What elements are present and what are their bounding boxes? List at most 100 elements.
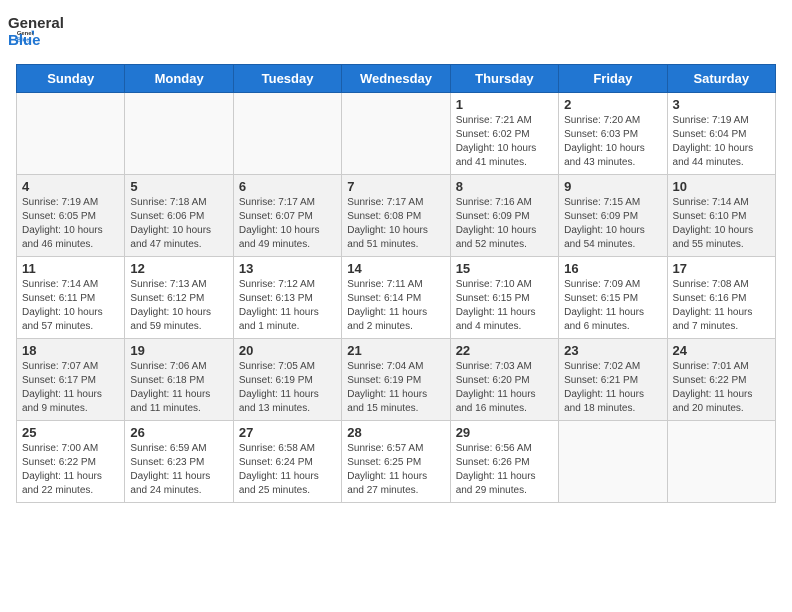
day-number: 20 — [239, 343, 336, 358]
day-number: 18 — [22, 343, 119, 358]
week-row-4: 18 Sunrise: 7:07 AM Sunset: 6:17 PM Dayli… — [17, 339, 776, 421]
calendar-cell: 29 Sunrise: 6:56 AM Sunset: 6:26 PM Dayli… — [450, 421, 558, 503]
logo-blue: Blue — [8, 33, 64, 50]
day-info: Sunrise: 6:56 AM Sunset: 6:26 PM Dayligh… — [456, 442, 553, 498]
day-info: Sunrise: 7:12 AM Sunset: 6:13 PM Dayligh… — [239, 278, 336, 334]
calendar-cell: 3 Sunrise: 7:19 AM Sunset: 6:04 PM Daylig… — [667, 93, 775, 175]
day-number: 15 — [456, 261, 553, 276]
calendar-cell: 4 Sunrise: 7:19 AM Sunset: 6:05 PM Daylig… — [17, 175, 125, 257]
weekday-header-monday: Monday — [125, 65, 233, 93]
day-info: Sunrise: 7:16 AM Sunset: 6:09 PM Dayligh… — [456, 196, 553, 252]
day-info: Sunrise: 7:11 AM Sunset: 6:14 PM Dayligh… — [347, 278, 444, 334]
day-info: Sunrise: 6:59 AM Sunset: 6:23 PM Dayligh… — [130, 442, 227, 498]
day-number: 23 — [564, 343, 661, 358]
day-number: 25 — [22, 425, 119, 440]
day-info: Sunrise: 7:00 AM Sunset: 6:22 PM Dayligh… — [22, 442, 119, 498]
day-number: 7 — [347, 179, 444, 194]
day-number: 11 — [22, 261, 119, 276]
day-info: Sunrise: 7:17 AM Sunset: 6:08 PM Dayligh… — [347, 196, 444, 252]
day-info: Sunrise: 7:19 AM Sunset: 6:05 PM Dayligh… — [22, 196, 119, 252]
day-info: Sunrise: 7:03 AM Sunset: 6:20 PM Dayligh… — [456, 360, 553, 416]
day-number: 26 — [130, 425, 227, 440]
day-info: Sunrise: 7:02 AM Sunset: 6:21 PM Dayligh… — [564, 360, 661, 416]
calendar-cell — [342, 93, 450, 175]
calendar-cell — [559, 421, 667, 503]
calendar-cell: 10 Sunrise: 7:14 AM Sunset: 6:10 PM Dayli… — [667, 175, 775, 257]
calendar-cell: 6 Sunrise: 7:17 AM Sunset: 6:07 PM Daylig… — [233, 175, 341, 257]
weekday-header-row: SundayMondayTuesdayWednesdayThursdayFrid… — [17, 65, 776, 93]
day-info: Sunrise: 7:17 AM Sunset: 6:07 PM Dayligh… — [239, 196, 336, 252]
day-info: Sunrise: 7:08 AM Sunset: 6:16 PM Dayligh… — [673, 278, 770, 334]
calendar-cell: 20 Sunrise: 7:05 AM Sunset: 6:19 PM Dayli… — [233, 339, 341, 421]
day-number: 14 — [347, 261, 444, 276]
week-row-3: 11 Sunrise: 7:14 AM Sunset: 6:11 PM Dayli… — [17, 257, 776, 339]
calendar-cell — [17, 93, 125, 175]
day-info: Sunrise: 7:21 AM Sunset: 6:02 PM Dayligh… — [456, 114, 553, 170]
calendar-cell: 11 Sunrise: 7:14 AM Sunset: 6:11 PM Dayli… — [17, 257, 125, 339]
calendar-cell: 25 Sunrise: 7:00 AM Sunset: 6:22 PM Dayli… — [17, 421, 125, 503]
weekday-header-thursday: Thursday — [450, 65, 558, 93]
day-number: 24 — [673, 343, 770, 358]
day-number: 10 — [673, 179, 770, 194]
calendar-cell: 7 Sunrise: 7:17 AM Sunset: 6:08 PM Daylig… — [342, 175, 450, 257]
calendar-cell — [667, 421, 775, 503]
day-number: 1 — [456, 97, 553, 112]
calendar-cell — [233, 93, 341, 175]
day-info: Sunrise: 6:57 AM Sunset: 6:25 PM Dayligh… — [347, 442, 444, 498]
day-info: Sunrise: 6:58 AM Sunset: 6:24 PM Dayligh… — [239, 442, 336, 498]
calendar-cell: 23 Sunrise: 7:02 AM Sunset: 6:21 PM Dayli… — [559, 339, 667, 421]
day-info: Sunrise: 7:06 AM Sunset: 6:18 PM Dayligh… — [130, 360, 227, 416]
calendar-cell: 28 Sunrise: 6:57 AM Sunset: 6:25 PM Dayli… — [342, 421, 450, 503]
day-number: 12 — [130, 261, 227, 276]
day-number: 21 — [347, 343, 444, 358]
day-number: 29 — [456, 425, 553, 440]
day-info: Sunrise: 7:07 AM Sunset: 6:17 PM Dayligh… — [22, 360, 119, 416]
day-number: 3 — [673, 97, 770, 112]
day-number: 13 — [239, 261, 336, 276]
calendar-cell: 24 Sunrise: 7:01 AM Sunset: 6:22 PM Dayli… — [667, 339, 775, 421]
day-info: Sunrise: 7:19 AM Sunset: 6:04 PM Dayligh… — [673, 114, 770, 170]
calendar-cell: 13 Sunrise: 7:12 AM Sunset: 6:13 PM Dayli… — [233, 257, 341, 339]
calendar-cell — [125, 93, 233, 175]
day-number: 4 — [22, 179, 119, 194]
day-number: 17 — [673, 261, 770, 276]
day-number: 6 — [239, 179, 336, 194]
day-number: 9 — [564, 179, 661, 194]
day-info: Sunrise: 7:14 AM Sunset: 6:10 PM Dayligh… — [673, 196, 770, 252]
logo: General Blue General Blue — [16, 16, 64, 54]
weekday-header-saturday: Saturday — [667, 65, 775, 93]
weekday-header-sunday: Sunday — [17, 65, 125, 93]
calendar-cell: 2 Sunrise: 7:20 AM Sunset: 6:03 PM Daylig… — [559, 93, 667, 175]
day-number: 8 — [456, 179, 553, 194]
day-info: Sunrise: 7:05 AM Sunset: 6:19 PM Dayligh… — [239, 360, 336, 416]
day-info: Sunrise: 7:20 AM Sunset: 6:03 PM Dayligh… — [564, 114, 661, 170]
day-number: 27 — [239, 425, 336, 440]
day-info: Sunrise: 7:01 AM Sunset: 6:22 PM Dayligh… — [673, 360, 770, 416]
calendar-cell: 8 Sunrise: 7:16 AM Sunset: 6:09 PM Daylig… — [450, 175, 558, 257]
calendar-cell: 5Sunrise: 7:18 AM Sunset: 6:06 PM Daylig… — [125, 175, 233, 257]
calendar-cell: 14 Sunrise: 7:11 AM Sunset: 6:14 PM Dayli… — [342, 257, 450, 339]
weekday-header-wednesday: Wednesday — [342, 65, 450, 93]
calendar-cell: 27 Sunrise: 6:58 AM Sunset: 6:24 PM Dayli… — [233, 421, 341, 503]
calendar-cell: 16 Sunrise: 7:09 AM Sunset: 6:15 PM Dayli… — [559, 257, 667, 339]
page: General Blue General Blue SundayMondayTu… — [0, 0, 792, 515]
day-info: Sunrise: 7:14 AM Sunset: 6:11 PM Dayligh… — [22, 278, 119, 334]
day-number: 28 — [347, 425, 444, 440]
day-number: 2 — [564, 97, 661, 112]
day-info: Sunrise: 7:09 AM Sunset: 6:15 PM Dayligh… — [564, 278, 661, 334]
calendar-cell: 26 Sunrise: 6:59 AM Sunset: 6:23 PM Dayli… — [125, 421, 233, 503]
calendar-cell: 21Sunrise: 7:04 AM Sunset: 6:19 PM Dayli… — [342, 339, 450, 421]
weekday-header-friday: Friday — [559, 65, 667, 93]
header: General Blue General Blue — [16, 16, 776, 54]
calendar-cell: 19Sunrise: 7:06 AM Sunset: 6:18 PM Dayli… — [125, 339, 233, 421]
calendar-cell: 15 Sunrise: 7:10 AM Sunset: 6:15 PM Dayli… — [450, 257, 558, 339]
day-number: 5 — [130, 179, 227, 194]
calendar-cell: 9 Sunrise: 7:15 AM Sunset: 6:09 PM Daylig… — [559, 175, 667, 257]
day-info: Sunrise: 7:10 AM Sunset: 6:15 PM Dayligh… — [456, 278, 553, 334]
calendar-cell: 22Sunrise: 7:03 AM Sunset: 6:20 PM Dayli… — [450, 339, 558, 421]
day-info: Sunrise: 7:15 AM Sunset: 6:09 PM Dayligh… — [564, 196, 661, 252]
day-info: Sunrise: 7:13 AM Sunset: 6:12 PM Dayligh… — [130, 278, 227, 334]
day-number: 16 — [564, 261, 661, 276]
week-row-1: 1 Sunrise: 7:21 AM Sunset: 6:02 PM Daylig… — [17, 93, 776, 175]
logo-general: General — [8, 16, 64, 33]
